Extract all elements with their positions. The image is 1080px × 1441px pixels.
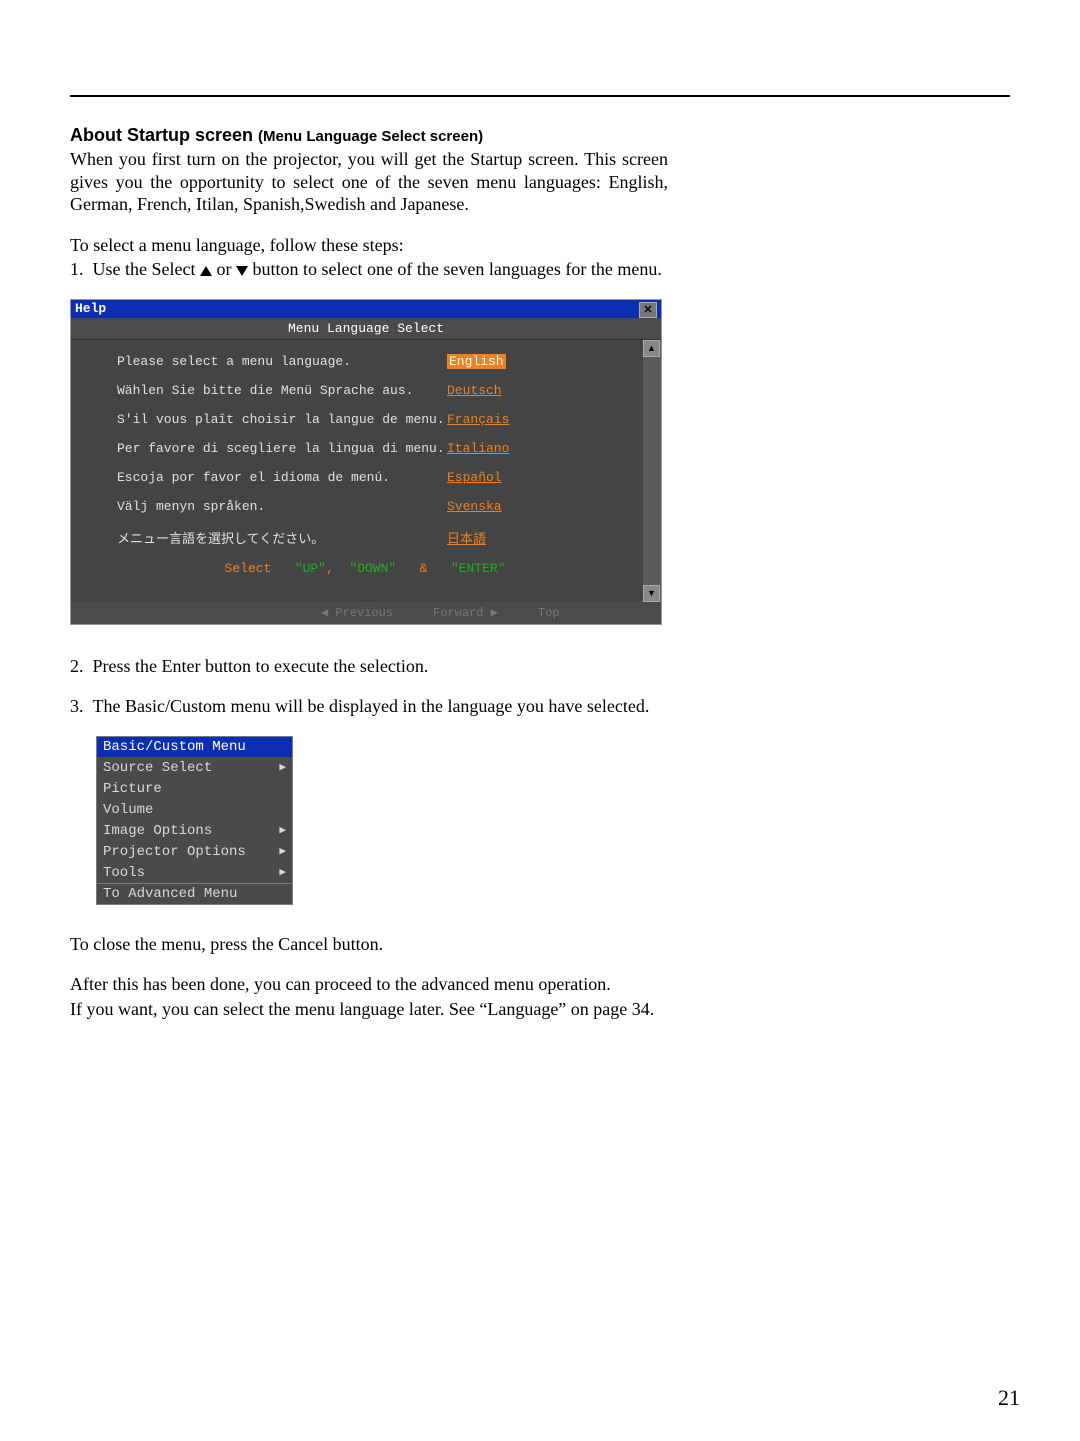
top-rule	[70, 95, 1010, 97]
scroll-down-icon[interactable]: ▼	[643, 585, 660, 602]
heading-main: About Startup screen	[70, 125, 253, 145]
step1-mid: or	[212, 259, 236, 279]
step-2: 2. Press the Enter button to execute the…	[70, 655, 668, 678]
osd-hint: Select "UP", "DOWN" & "ENTER"	[117, 561, 613, 576]
osd-titlebar: Help ✕	[71, 300, 661, 318]
bc-menu-item[interactable]: Volume	[97, 799, 292, 820]
osd-title: Help	[75, 300, 106, 318]
osd-hint-amp: &	[420, 561, 428, 576]
osd-hint-up: "UP"	[295, 561, 326, 576]
osd-hint-down: "DOWN"	[349, 561, 396, 576]
bc-item-label: Tools	[103, 865, 145, 881]
osd-language-option[interactable]: 日本語	[447, 528, 486, 547]
osd-hint-comma: ,	[326, 561, 334, 576]
chevron-right-icon: ▶	[279, 760, 286, 776]
osd-row: Per favore di scegliere la lingua di men…	[117, 441, 613, 456]
close-icon[interactable]: ✕	[639, 302, 657, 318]
step-1: 1. Use the Select or button to select on…	[70, 258, 668, 281]
chevron-right-icon: ▶	[279, 865, 286, 881]
osd-subtitle: Menu Language Select	[71, 318, 661, 340]
osd-language-option[interactable]: Español	[447, 470, 502, 485]
bc-item-label: Projector Options	[103, 844, 246, 860]
bc-menu-item[interactable]: Picture	[97, 778, 292, 799]
triangle-up-icon	[200, 266, 212, 276]
steps-lead: To select a menu language, follow these …	[70, 234, 668, 257]
bc-menu-item[interactable]: To Advanced Menu	[97, 883, 292, 904]
bc-item-label: Picture	[103, 781, 162, 797]
bc-item-label: Image Options	[103, 823, 212, 839]
osd-previous[interactable]: ◀ Previous	[321, 602, 393, 624]
osd-prompt: Per favore di scegliere la lingua di men…	[117, 441, 447, 456]
osd-row: Wählen Sie bitte die Menü Sprache aus. D…	[117, 383, 613, 398]
step1-prefix: 1. Use the Select	[70, 259, 200, 279]
bc-menu-item[interactable]: Image Options ▶	[97, 820, 292, 841]
osd-row: Please select a menu language. English	[117, 354, 613, 369]
osd-prompt: Välj menyn språken.	[117, 499, 447, 514]
osd-language-option[interactable]: Français	[447, 412, 509, 427]
bc-item-label: Volume	[103, 802, 153, 818]
osd-language-option[interactable]: Italiano	[447, 441, 509, 456]
osd-footer: ◀ Previous Forward ▶ Top	[71, 602, 661, 624]
osd-row: S'il vous plaît choisir la langue de men…	[117, 412, 613, 427]
bc-item-label: Source Select	[103, 760, 212, 776]
osd-row: Escoja por favor el idioma de menú. Espa…	[117, 470, 613, 485]
page-number: 21	[998, 1385, 1020, 1411]
osd-prompt: Wählen Sie bitte die Menü Sprache aus.	[117, 383, 447, 398]
osd-hint-select: Select	[225, 561, 272, 576]
osd-top[interactable]: Top	[538, 602, 560, 624]
bc-item-label: To Advanced Menu	[103, 886, 237, 902]
chevron-right-icon: ▶	[279, 844, 286, 860]
osd-prompt: Please select a menu language.	[117, 354, 447, 369]
section-heading: About Startup screen (Menu Language Sele…	[70, 125, 668, 146]
osd-body: ▲ ▼ Please select a menu language. Engli…	[71, 340, 661, 602]
osd-row: メニュー言語を選択してください。 日本語	[117, 528, 613, 547]
step-3: 3. The Basic/Custom menu will be display…	[70, 695, 668, 718]
osd-prompt: メニュー言語を選択してください。	[117, 528, 447, 547]
osd-row: Välj menyn språken. Svenska	[117, 499, 613, 514]
close-paragraph: To close the menu, press the Cancel butt…	[70, 933, 668, 956]
step1-suffix: button to select one of the seven langua…	[248, 259, 662, 279]
bc-menu-item[interactable]: Projector Options ▶	[97, 841, 292, 862]
osd-help-window: Help ✕ Menu Language Select ▲ ▼ Please s…	[70, 299, 662, 625]
bc-menu-item[interactable]: Source Select ▶	[97, 757, 292, 778]
intro-paragraph: When you first turn on the projector, yo…	[70, 148, 668, 216]
heading-sub: (Menu Language Select screen)	[258, 128, 483, 145]
after-paragraph-2: If you want, you can select the menu lan…	[70, 998, 668, 1021]
basic-custom-menu: Basic/Custom Menu Source Select ▶ Pictur…	[96, 736, 293, 905]
bc-menu-title: Basic/Custom Menu	[97, 737, 292, 757]
osd-forward[interactable]: Forward ▶	[433, 602, 498, 624]
osd-language-option[interactable]: English	[447, 354, 506, 369]
osd-language-option[interactable]: Svenska	[447, 499, 502, 514]
osd-prompt: S'il vous plaît choisir la langue de men…	[117, 412, 447, 427]
chevron-right-icon: ▶	[279, 823, 286, 839]
osd-prompt: Escoja por favor el idioma de menú.	[117, 470, 447, 485]
osd-hint-enter: "ENTER"	[451, 561, 506, 576]
scroll-up-icon[interactable]: ▲	[643, 340, 660, 357]
osd-language-option[interactable]: Deutsch	[447, 383, 502, 398]
bc-menu-item[interactable]: Tools ▶	[97, 862, 292, 883]
triangle-down-icon	[236, 266, 248, 276]
after-paragraph-1: After this has been done, you can procee…	[70, 973, 668, 996]
